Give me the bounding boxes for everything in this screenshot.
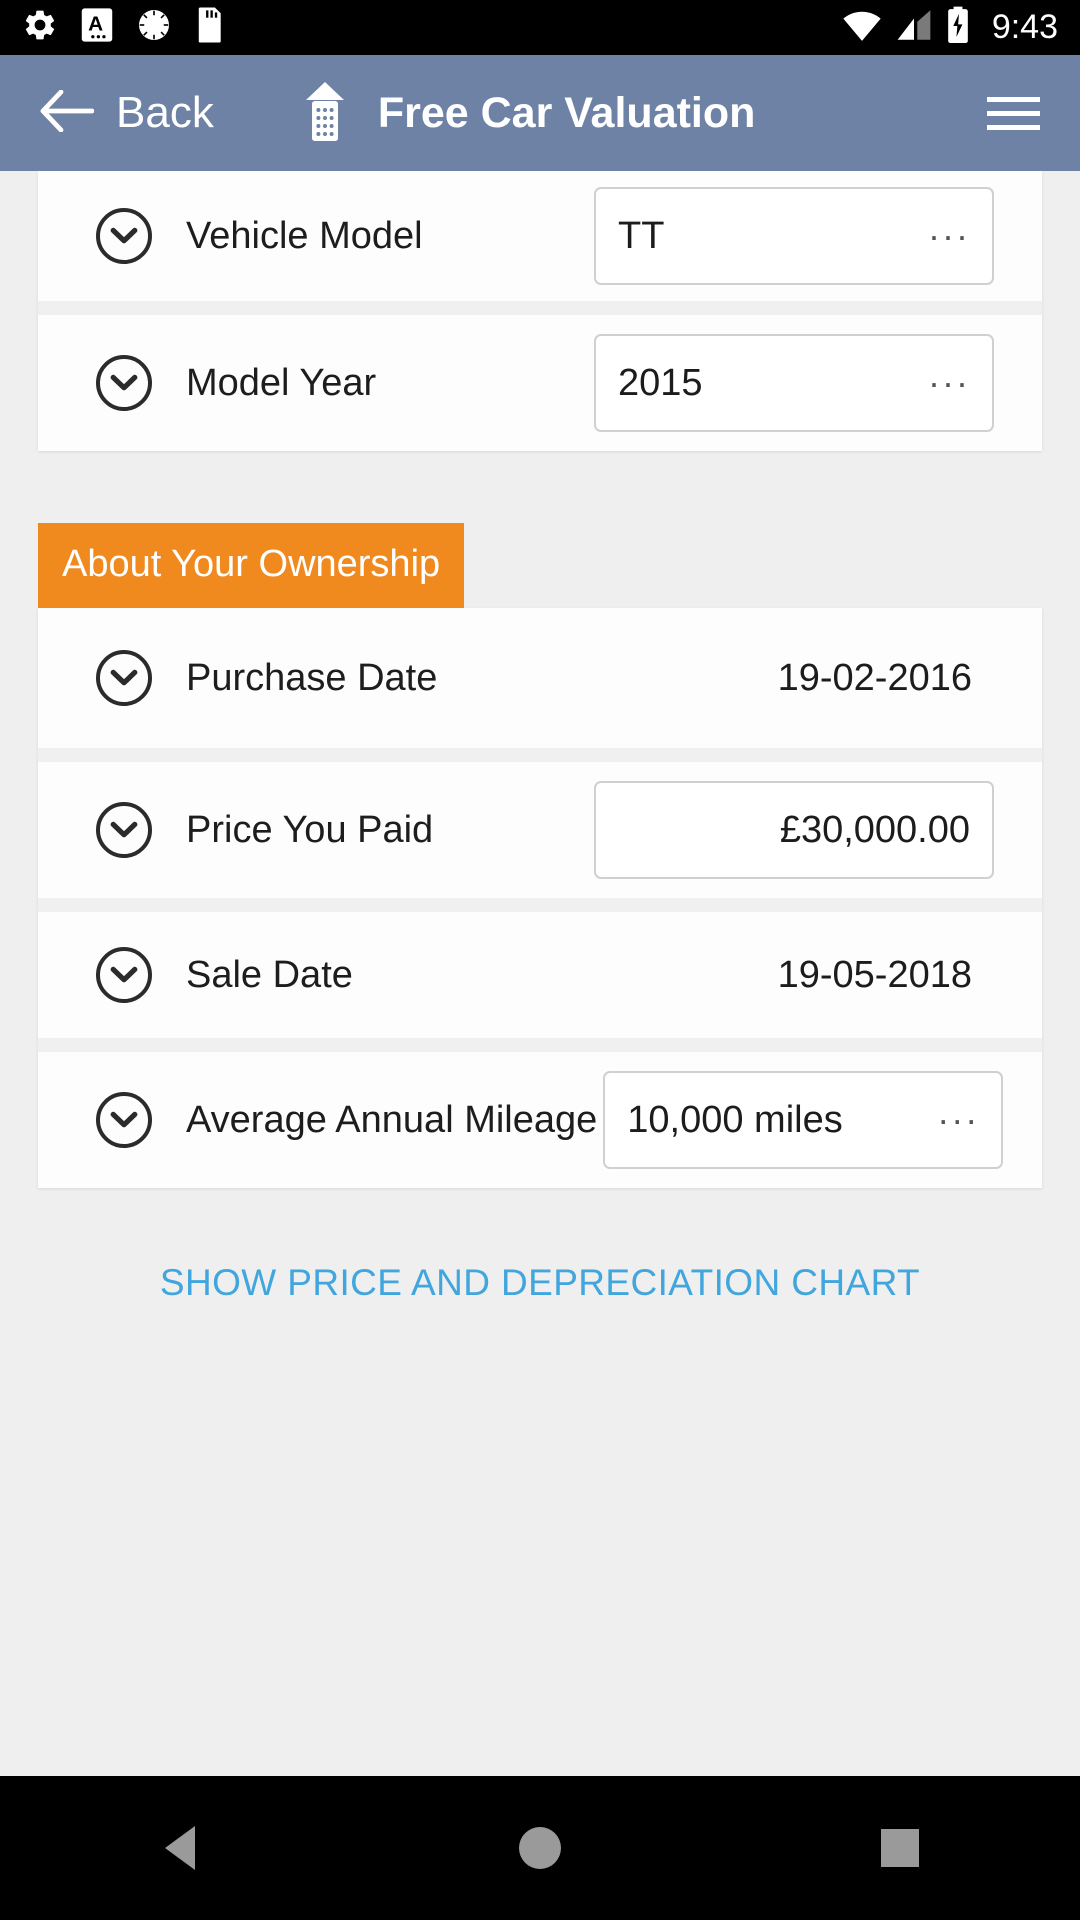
back-button[interactable]: Back <box>0 88 214 138</box>
sale-date-value[interactable]: 19-05-2018 <box>778 954 994 997</box>
row-label: Vehicle Model <box>186 214 423 257</box>
chevron-down-circle-icon[interactable] <box>96 802 152 858</box>
row-price-you-paid[interactable]: Price You Paid £30,000.00 <box>38 748 1042 898</box>
overflow-ellipsis-icon[interactable]: ··· <box>914 215 970 257</box>
hamburger-line <box>987 96 1040 102</box>
phone-screen: A 9:43 Back Free Car Valuation Vehicle M… <box>0 0 1080 1920</box>
status-bar-right-icons: 9:43 <box>842 6 1058 49</box>
nav-home-button[interactable] <box>440 1776 640 1920</box>
chevron-down-circle-icon[interactable] <box>96 208 152 264</box>
vehicle-section: Vehicle Model TT ··· Model Year 2015 ··· <box>38 171 1042 451</box>
scroll-content[interactable]: Vehicle Model TT ··· Model Year 2015 ··· <box>0 171 1080 1776</box>
row-vehicle-model[interactable]: Vehicle Model TT ··· <box>38 171 1042 301</box>
chevron-down-circle-icon[interactable] <box>96 1092 152 1148</box>
status-bar-clock: 9:43 <box>991 8 1058 46</box>
svg-text:A: A <box>88 13 103 36</box>
chevron-down-circle-icon[interactable] <box>96 947 152 1003</box>
row-model-year[interactable]: Model Year 2015 ··· <box>38 301 1042 451</box>
price-you-paid-input[interactable]: £30,000.00 <box>594 781 994 879</box>
overflow-ellipsis-icon[interactable]: ··· <box>914 362 970 404</box>
nav-recents-square-icon <box>881 1829 919 1867</box>
row-label: Price You Paid <box>186 808 434 851</box>
wifi-icon <box>842 8 882 47</box>
settings-gear-icon <box>22 7 58 48</box>
footer-link-wrap: SHOW PRICE AND DEPRECIATION CHART <box>0 1188 1080 1304</box>
model-year-input[interactable]: 2015 ··· <box>594 334 994 432</box>
chevron-down-circle-icon[interactable] <box>96 355 152 411</box>
field-value: £30,000.00 <box>779 808 970 851</box>
row-label: Sale Date <box>186 953 353 996</box>
status-bar: A 9:43 <box>0 0 1080 55</box>
field-value: TT <box>618 214 665 257</box>
field-value: 2015 <box>618 361 703 404</box>
row-purchase-date[interactable]: Purchase Date 19-02-2016 <box>38 608 1042 748</box>
nav-home-circle-icon <box>519 1827 561 1869</box>
average-annual-mileage-input[interactable]: 10,000 miles ··· <box>603 1071 1004 1169</box>
a-badge-icon: A <box>80 7 114 48</box>
page-title: Free Car Valuation <box>377 88 756 137</box>
hamburger-line <box>987 110 1040 116</box>
back-button-label: Back <box>116 88 214 137</box>
app-bar: Back Free Car Valuation <box>0 55 1080 171</box>
purchase-date-value[interactable]: 19-02-2016 <box>778 657 994 700</box>
nav-back-triangle-icon <box>165 1826 195 1870</box>
sd-card-icon <box>194 6 224 49</box>
show-price-and-depreciation-chart-link[interactable]: SHOW PRICE AND DEPRECIATION CHART <box>160 1262 920 1304</box>
battery-charging-icon <box>946 6 970 49</box>
android-navigation-bar <box>0 1776 1080 1920</box>
chevron-down-circle-icon[interactable] <box>96 650 152 706</box>
row-label: Model Year <box>186 361 377 404</box>
cellular-signal-icon <box>896 8 932 47</box>
home-icon[interactable] <box>300 78 350 149</box>
nav-recents-button[interactable] <box>800 1776 1000 1920</box>
nav-back-button[interactable] <box>80 1776 280 1920</box>
hamburger-line <box>987 124 1040 130</box>
hamburger-menu-icon[interactable] <box>987 96 1040 130</box>
row-sale-date[interactable]: Sale Date 19-05-2018 <box>38 898 1042 1038</box>
row-label: Average Annual Mileage <box>186 1098 598 1141</box>
vehicle-model-input[interactable]: TT ··· <box>594 187 994 285</box>
ownership-banner-wrap: About Your Ownership <box>38 523 1042 608</box>
section-banner-ownership: About Your Ownership <box>38 523 465 608</box>
overflow-ellipsis-icon[interactable]: ··· <box>923 1099 979 1141</box>
sync-circle-icon <box>136 7 172 48</box>
status-bar-left-icons: A <box>22 6 224 49</box>
arrow-left-icon <box>40 89 95 137</box>
ownership-section: Purchase Date 19-02-2016 Price You Paid … <box>38 608 1042 1188</box>
field-value: 10,000 miles <box>627 1098 843 1141</box>
row-average-annual-mileage[interactable]: Average Annual Mileage 10,000 miles ··· <box>38 1038 1042 1188</box>
row-label: Purchase Date <box>186 656 438 699</box>
